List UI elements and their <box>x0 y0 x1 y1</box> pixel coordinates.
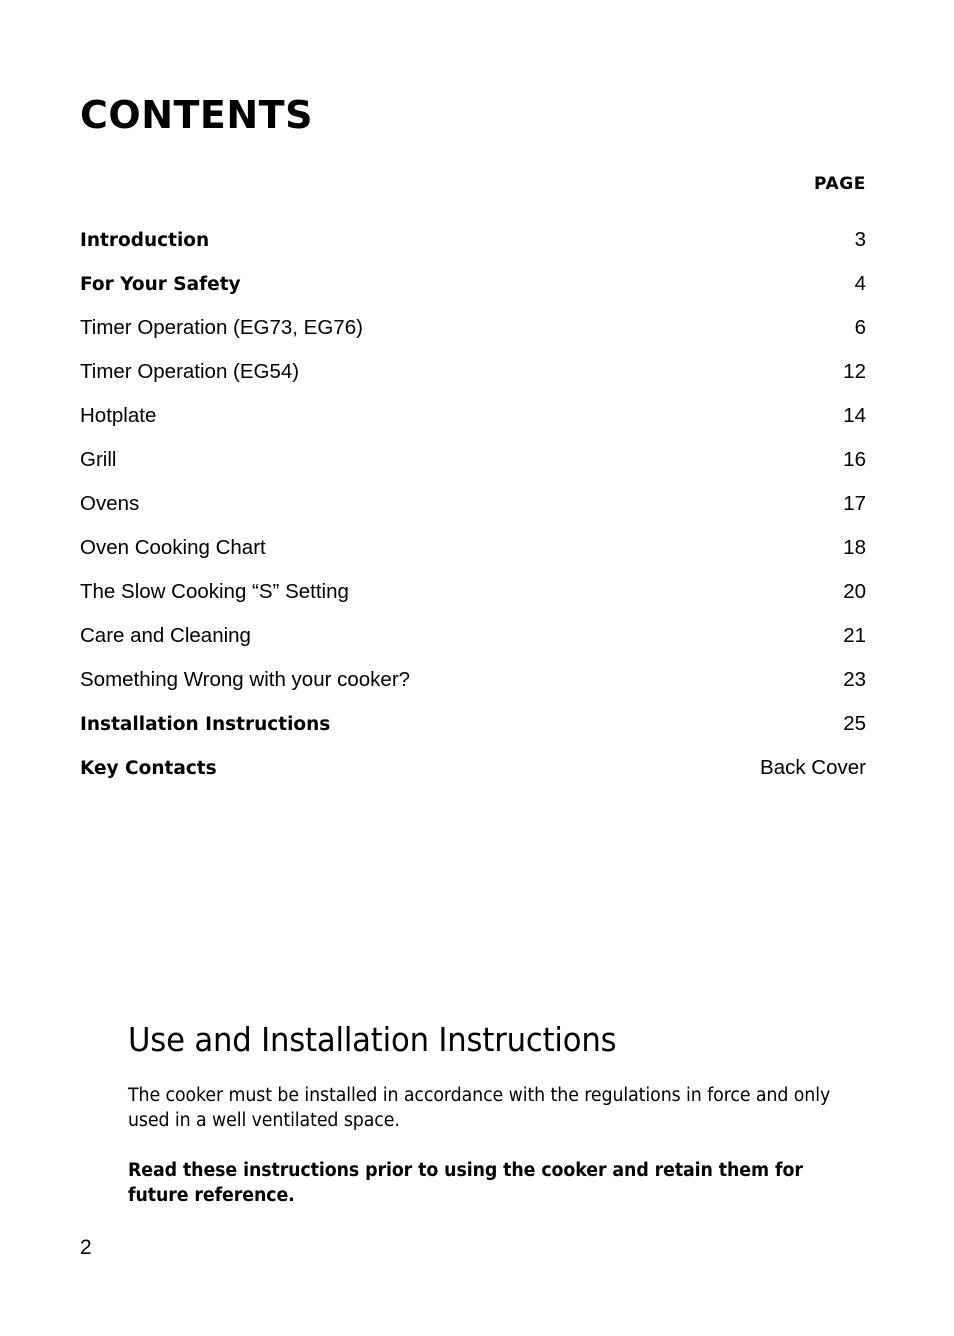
toc-entry-label: Introduction <box>80 230 210 251</box>
toc-entry-page: 4 <box>854 272 866 295</box>
toc-entry[interactable]: Grill 16 <box>80 438 866 482</box>
toc-entry-label: Ovens <box>80 492 140 515</box>
toc-entry[interactable]: Ovens 17 <box>80 482 866 526</box>
toc-entry-page: 25 <box>843 712 866 735</box>
section-title: Use and Installation Instructions <box>128 1020 617 1059</box>
toc-entry[interactable]: Introduction 3 <box>80 218 866 262</box>
toc-entry-page: 16 <box>843 448 866 471</box>
toc-entry-list: Introduction 3 For Your Safety 4 Timer Opera… <box>80 218 866 790</box>
toc-entry[interactable]: Oven Cooking Chart 18 <box>80 526 866 570</box>
toc-entry-label: Oven Cooking Chart <box>80 536 266 559</box>
toc-entry-label: Installation Instructions <box>80 714 331 735</box>
toc-entry-label: Grill <box>80 448 117 471</box>
section-notice: Read these instructions prior to using t… <box>128 1160 803 1206</box>
toc-entry[interactable]: Timer Operation (EG73, EG76) 6 <box>80 306 866 350</box>
toc-entry-page: 12 <box>843 360 866 383</box>
toc-entry-label: Care and Cleaning <box>80 624 251 647</box>
toc-entry[interactable]: For Your Safety 4 <box>80 262 866 306</box>
use-and-installation-section: Use and Installation Instructions The co… <box>128 1020 858 1208</box>
toc-entry-label: For Your Safety <box>80 274 241 295</box>
page-title: CONTENTS <box>80 93 313 137</box>
table-of-contents: PAGE Introduction 3 For Your Safety 4 Timer … <box>80 172 866 790</box>
toc-entry-page: 18 <box>843 536 866 559</box>
toc-entry[interactable]: Hotplate 14 <box>80 394 866 438</box>
toc-entry-page: 17 <box>843 492 866 515</box>
toc-entry-label: Hotplate <box>80 404 157 427</box>
toc-entry[interactable]: Timer Operation (EG54) 12 <box>80 350 866 394</box>
toc-entry[interactable]: Care and Cleaning 21 <box>80 614 866 658</box>
section-paragraph: The cooker must be installed in accordan… <box>128 1085 831 1131</box>
toc-header-row: PAGE <box>80 172 866 196</box>
toc-entry-page: 3 <box>854 228 866 251</box>
toc-entry-label: Key Contacts <box>80 758 217 779</box>
toc-entry-page: 6 <box>854 316 866 339</box>
page-column-header: PAGE <box>813 174 866 194</box>
toc-entry[interactable]: Installation Instructions 25 <box>80 702 866 746</box>
toc-entry-label: Timer Operation (EG54) <box>80 360 300 383</box>
toc-entry-label: The Slow Cooking “S” Setting <box>80 580 349 603</box>
toc-entry[interactable]: Key Contacts Back Cover <box>80 746 866 790</box>
toc-entry[interactable]: Something Wrong with your cooker? 23 <box>80 658 866 702</box>
toc-entry-page: 14 <box>843 404 866 427</box>
toc-entry-page: 23 <box>843 668 866 691</box>
document-page: CONTENTS PAGE Introduction 3 For Your Safe… <box>0 0 954 1336</box>
page-number: 2 <box>80 1236 92 1259</box>
toc-entry-page: Back Cover <box>760 756 866 779</box>
toc-entry[interactable]: The Slow Cooking “S” Setting 20 <box>80 570 866 614</box>
toc-entry-page: 21 <box>843 624 866 647</box>
toc-entry-page: 20 <box>843 580 866 603</box>
toc-entry-label: Timer Operation (EG73, EG76) <box>80 316 363 339</box>
toc-entry-label: Something Wrong with your cooker? <box>80 668 411 691</box>
